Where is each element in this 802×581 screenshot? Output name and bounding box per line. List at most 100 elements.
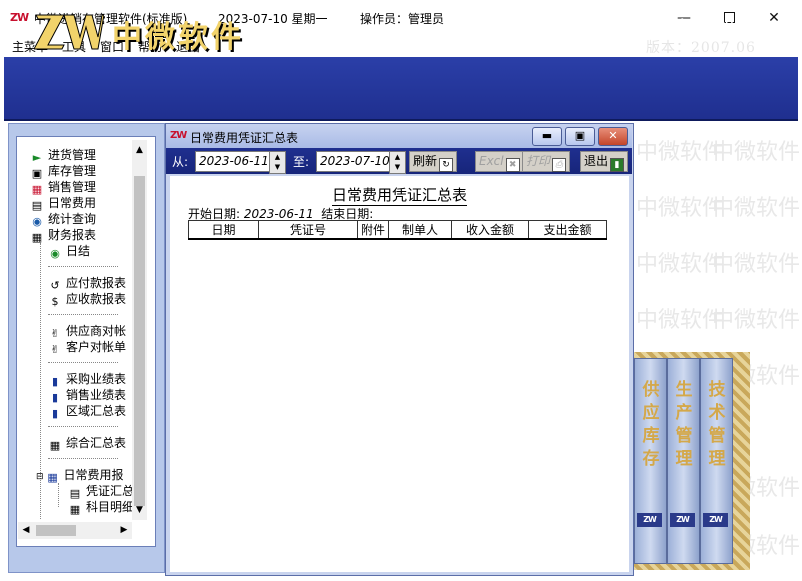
nav-item-daily-close[interactable]: ◉ 日结 xyxy=(48,243,90,260)
nav-item-overall-summary[interactable]: ▦ 综合汇总表 xyxy=(48,435,126,452)
column-header: 日期 xyxy=(188,220,259,240)
nav-item-account-detail[interactable]: ▦ 科目明细 xyxy=(68,499,132,516)
book-technology: 技术管理 ZW xyxy=(700,358,733,564)
to-date-input[interactable]: 2023-07-10 xyxy=(316,151,392,172)
nav-item-purchase[interactable]: ► 进货管理 xyxy=(30,147,96,164)
nav-item-finance-report[interactable]: ▦ 财务报表 xyxy=(30,227,96,244)
child-close-button[interactable]: ✕ xyxy=(598,127,628,146)
book-logo: ZW xyxy=(670,513,695,527)
nav-separator xyxy=(48,362,118,364)
watermark: 中微软件 xyxy=(636,196,725,221)
to-date-spinner[interactable]: ▲ ▼ xyxy=(389,151,406,174)
customer-statement-icon: ✌ xyxy=(50,343,60,356)
finance-report-icon: ▦ xyxy=(31,231,43,244)
restore-icon: ▣ xyxy=(574,129,586,142)
zw-logo-icon xyxy=(34,14,104,50)
nav-item-sales[interactable]: ▦ 销售管理 xyxy=(30,179,96,196)
spin-down-icon[interactable]: ▼ xyxy=(270,162,285,172)
print-button[interactable]: 打印 ⎙ xyxy=(522,151,571,172)
report-title: 日常费用凭证汇总表 xyxy=(331,186,467,206)
spin-up-icon[interactable]: ▲ xyxy=(270,152,285,162)
spin-down-icon[interactable]: ▼ xyxy=(390,162,405,172)
nav-item-region-summary[interactable]: ▮ 区域汇总表 xyxy=(48,403,126,420)
watermark: 中微软件 xyxy=(712,196,801,221)
child-restore-button[interactable]: ▣ xyxy=(565,127,595,146)
column-header: 凭证号 xyxy=(258,220,358,240)
scroll-thumb[interactable] xyxy=(36,525,76,536)
nav-item-receivable[interactable]: $ 应收款报表 xyxy=(48,291,127,308)
scroll-right-icon[interactable]: ▶ xyxy=(116,522,132,539)
tree-line xyxy=(58,483,59,507)
daily-close-icon: ◉ xyxy=(50,247,60,260)
nav-separator xyxy=(48,458,118,460)
nav-item-payable[interactable]: ↺ 应付款报表 xyxy=(48,275,126,292)
book-title: 供应库存 xyxy=(642,380,660,469)
nav-horizontal-scrollbar[interactable]: ◀ ▶ xyxy=(18,522,132,539)
scroll-left-icon[interactable]: ◀ xyxy=(18,522,34,539)
column-header: 附件 xyxy=(357,220,389,240)
child-logo-icon: ZW xyxy=(170,130,187,141)
refresh-icon: ↻ xyxy=(439,158,454,172)
watermark: 中微软件 xyxy=(712,140,801,165)
nav-separator xyxy=(48,314,118,316)
version-label: 版本：2007.06 xyxy=(646,40,756,56)
book-logo: ZW xyxy=(637,513,662,527)
nav-item-customer-statement[interactable]: ✌ 客户对帐单 xyxy=(48,339,126,356)
nav-separator xyxy=(48,426,118,428)
refresh-button[interactable]: 刷新 ↻ xyxy=(409,151,458,172)
watermark: 中微软件 xyxy=(712,308,801,333)
nav-item-sales-performance[interactable]: ▮ 销售业绩表 xyxy=(48,387,126,404)
app-banner xyxy=(4,57,798,121)
spin-up-icon[interactable]: ▲ xyxy=(390,152,405,162)
receivable-icon: $ xyxy=(51,295,59,308)
nav-item-voucher-summary[interactable]: ▤ 凭证汇总 xyxy=(68,483,132,500)
book-title: 技术管理 xyxy=(708,380,726,469)
collapse-icon: ⊟ xyxy=(36,472,44,482)
nav-item-purchase-performance[interactable]: ▮ 采购业绩表 xyxy=(48,371,126,388)
watermark: 中微软件 xyxy=(636,140,725,165)
exit-button[interactable]: 退出 ▮ xyxy=(580,151,629,172)
close-icon: ✕ xyxy=(768,10,780,26)
minimize-icon: ▬ xyxy=(541,129,553,142)
scroll-down-icon[interactable]: ▼ xyxy=(132,500,147,520)
to-label: 至: xyxy=(293,155,310,169)
operator-label: 操作员：管理员 xyxy=(360,12,445,26)
column-header: 制单人 xyxy=(388,220,452,240)
from-date-spinner[interactable]: ▲ ▼ xyxy=(269,151,286,174)
column-header: 支出金额 xyxy=(528,220,607,240)
from-date-input[interactable]: 2023-06-11 xyxy=(195,151,273,172)
excel-icon: ✖ xyxy=(505,158,520,172)
nav-tree: ► 进货管理 ▣ 库存管理 ▦ 销售管理 ▤ 日常费用 ◉ 统计查询 ▦ 财务报表 ◉ 日结 … xyxy=(18,140,132,520)
bar-chart-icon: ▮ xyxy=(51,407,59,420)
nav-item-expense-report[interactable]: ⊟ ▦ 日常费用报 xyxy=(36,467,124,484)
child-minimize-button[interactable]: ▬ xyxy=(532,127,562,146)
from-label: 从: xyxy=(172,155,189,169)
watermark: 中微软件 xyxy=(636,252,725,277)
nav-item-inventory[interactable]: ▣ 库存管理 xyxy=(30,163,96,180)
column-header: 收入金额 xyxy=(451,220,529,240)
book-logo: ZW xyxy=(703,513,728,527)
watermark: 中微软件 xyxy=(636,308,725,333)
book-title: 生产管理 xyxy=(675,380,693,469)
close-button[interactable]: ✕ xyxy=(754,4,794,32)
exit-door-icon: ▮ xyxy=(610,158,625,172)
scroll-thumb[interactable] xyxy=(134,176,145,506)
close-icon: ✕ xyxy=(608,129,618,142)
scroll-up-icon[interactable]: ▲ xyxy=(132,140,147,160)
app-logo-icon: ZW xyxy=(10,11,29,24)
book-supply: 供应库存 ZW xyxy=(634,358,667,564)
nav-separator xyxy=(48,266,118,268)
account-detail-icon: ▦ xyxy=(69,503,81,516)
table-header-row: 日期 凭证号 附件 制单人 收入金额 支出金额 xyxy=(188,220,607,240)
voucher-table: 日期 凭证号 附件 制单人 收入金额 支出金额 xyxy=(188,220,607,240)
book-production: 生产管理 ZW xyxy=(667,358,700,564)
nav-item-query[interactable]: ◉ 统计查询 xyxy=(30,211,96,228)
printer-icon: ⎙ xyxy=(552,158,567,172)
child-window-title: 日常费用凭证汇总表 xyxy=(190,131,299,145)
excel-button[interactable]: Excl ✖ xyxy=(475,151,524,172)
company-name: 中微软件 xyxy=(112,20,244,55)
watermark: 中微软件 xyxy=(712,252,801,277)
nav-vertical-scrollbar[interactable]: ▲ ▼ xyxy=(132,140,147,520)
nav-item-expense[interactable]: ▤ 日常费用 xyxy=(30,195,96,212)
nav-item-supplier-reconcile[interactable]: ✌ 供应商对帐 xyxy=(48,323,126,340)
